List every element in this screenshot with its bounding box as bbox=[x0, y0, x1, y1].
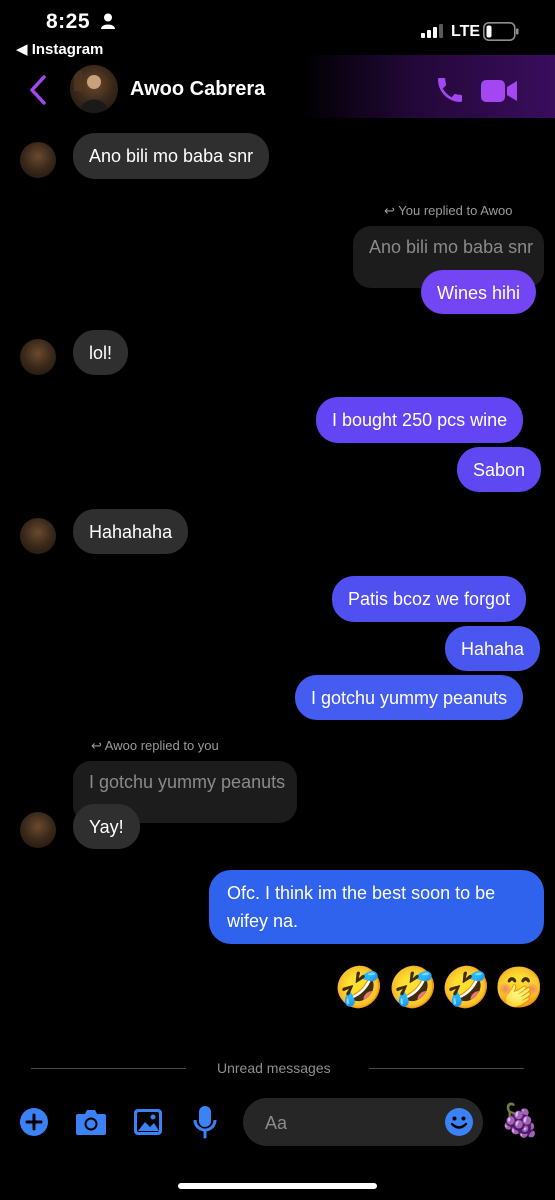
plus-icon[interactable] bbox=[19, 1107, 49, 1137]
outgoing-message[interactable]: Ofc. I think im the best soon to be wife… bbox=[209, 870, 544, 944]
emoji-message[interactable]: 🤣 bbox=[441, 966, 491, 1010]
reply-context-label: Awoo replied to you bbox=[104, 738, 219, 753]
quick-sticker-grapes-icon[interactable]: 🍇 bbox=[500, 1102, 540, 1138]
incoming-message[interactable]: Hahahaha bbox=[73, 509, 189, 554]
gallery-icon[interactable] bbox=[133, 1107, 163, 1137]
outgoing-message[interactable]: I bought 250 pcs wine bbox=[316, 397, 524, 443]
video-call-icon[interactable] bbox=[480, 78, 518, 104]
incoming-message[interactable]: lol! bbox=[73, 330, 129, 375]
outgoing-message[interactable]: Patis bcoz we forgot bbox=[332, 576, 527, 622]
microphone-icon[interactable] bbox=[193, 1105, 217, 1139]
contact-name[interactable]: Awoo Cabrera bbox=[130, 78, 265, 101]
unread-divider-label: Unread messages bbox=[217, 1060, 331, 1076]
message-input[interactable] bbox=[263, 1110, 427, 1136]
reply-arrow-icon: ↩ bbox=[384, 203, 399, 218]
outgoing-message[interactable]: Hahaha bbox=[445, 626, 541, 671]
sender-avatar[interactable] bbox=[20, 142, 56, 178]
cellular-signal-icon bbox=[421, 24, 443, 38]
outgoing-message[interactable]: Sabon bbox=[457, 447, 542, 492]
outgoing-message[interactable]: Wines hihi bbox=[421, 270, 537, 314]
reply-context: ↩ Awoo replied to you bbox=[91, 738, 219, 754]
emoji-picker-icon[interactable] bbox=[444, 1107, 474, 1137]
status-time: 8:25 bbox=[46, 10, 91, 33]
message-line: wifey na. bbox=[227, 911, 299, 931]
reply-context-label: You replied to Awoo bbox=[398, 203, 513, 218]
sender-avatar[interactable] bbox=[20, 518, 56, 554]
outgoing-message[interactable]: I gotchu yummy peanuts bbox=[295, 675, 524, 720]
sender-avatar[interactable] bbox=[20, 339, 56, 375]
divider-line-left bbox=[31, 1068, 186, 1069]
reply-context: ↩ You replied to Awoo bbox=[384, 203, 513, 219]
person-icon bbox=[101, 13, 115, 29]
incoming-message[interactable]: Ano bili mo baba snr bbox=[73, 133, 270, 179]
emoji-message[interactable]: 🤣 bbox=[334, 966, 384, 1010]
sender-avatar[interactable] bbox=[20, 812, 56, 848]
camera-icon[interactable] bbox=[75, 1108, 107, 1136]
network-type: LTE bbox=[451, 23, 481, 40]
incoming-message[interactable]: Yay! bbox=[73, 804, 140, 849]
emoji-message[interactable]: 🤭 bbox=[494, 966, 544, 1010]
emoji-message[interactable]: 🤣 bbox=[388, 966, 438, 1010]
phone-call-icon[interactable] bbox=[434, 74, 466, 106]
reply-arrow-icon: ↩ bbox=[91, 738, 105, 753]
battery-icon bbox=[483, 22, 519, 41]
message-line: Ofc. I think im the best soon to be bbox=[227, 883, 496, 903]
home-indicator[interactable] bbox=[178, 1183, 377, 1189]
contact-avatar[interactable] bbox=[70, 65, 118, 113]
divider-line-right bbox=[369, 1068, 524, 1069]
back-chevron-icon[interactable] bbox=[28, 74, 48, 106]
back-to-instagram-link[interactable]: ◀ Instagram bbox=[16, 40, 103, 58]
